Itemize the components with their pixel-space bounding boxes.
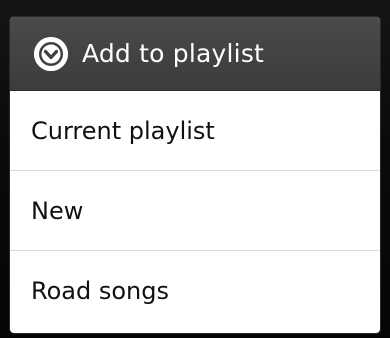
option-new[interactable]: New [10,171,380,251]
dialog-header: Add to playlist [10,17,380,91]
dialog-title: Add to playlist [82,39,265,68]
add-to-playlist-dialog: Add to playlist Current playlist New Roa… [10,17,380,333]
chevron-down-circle-icon [34,36,68,71]
option-current-playlist[interactable]: Current playlist [10,91,380,171]
option-road-songs[interactable]: Road songs [10,251,380,331]
playlist-options-list: Current playlist New Road songs [10,91,380,331]
